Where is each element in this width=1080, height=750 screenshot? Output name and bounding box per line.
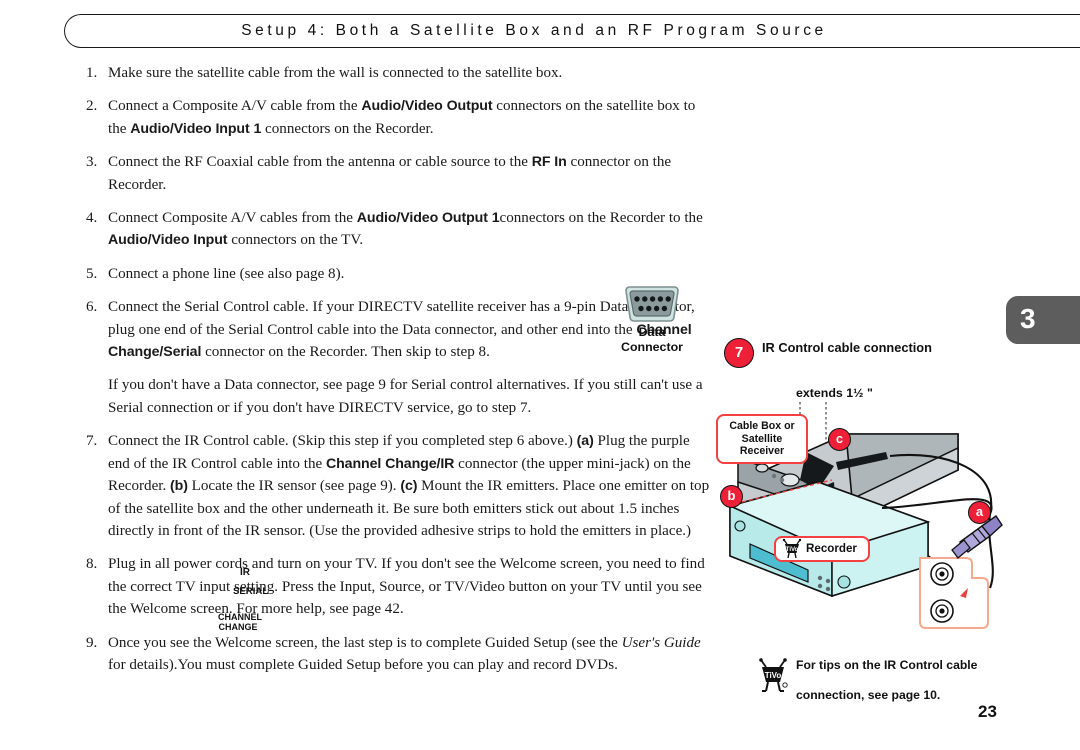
page-number: 23 (978, 702, 997, 722)
step-body: Connect a phone line (see also page 8). (108, 263, 711, 285)
step-body: Plug in all power cords and turn on your… (108, 553, 711, 620)
step-continuation: If you don't have a Data connector, see … (108, 374, 711, 419)
step-number: 3. (86, 151, 108, 196)
step-number: 7. (86, 430, 108, 542)
step-text-run: Once you see the Welcome screen, the las… (108, 635, 622, 651)
badge-a: a (968, 501, 991, 524)
callout-cable-box-line1: Cable Box or (720, 420, 804, 433)
ir-control-diagram: 7 IR Control cable connection extends 1½… (714, 330, 1044, 660)
instruction-step: 7.Connect the IR Control cable. (Skip th… (86, 430, 711, 542)
tip-text-line2: connection, see page 10. (796, 680, 977, 710)
step-text-run: RF In (532, 154, 567, 170)
data-connector-caption-line2: Connector (612, 340, 692, 355)
step-text-run: Connect a Composite A/V cable from the (108, 98, 361, 114)
callout-cable-box-line2: Satellite Receiver (720, 433, 804, 458)
jack-label-serial: SERIAL (233, 586, 268, 597)
instruction-step: 8.Plug in all power cords and turn on yo… (86, 553, 711, 620)
dsub-connector-icon (620, 286, 684, 322)
badge-c-label: c (829, 429, 850, 449)
step-text-run: connectors on the TV. (227, 232, 363, 248)
instruction-step: 1.Make sure the satellite cable from the… (86, 62, 711, 84)
step-number: 8. (86, 553, 108, 620)
instruction-steps-list: 1.Make sure the satellite cable from the… (86, 62, 711, 687)
data-connector-caption-line1: Data (612, 325, 692, 340)
step-text-run: Connect a phone line (see also page 8). (108, 266, 344, 282)
step-body: Connect the IR Control cable. (Skip this… (108, 430, 711, 542)
step-text-run: Locate the IR sensor (see page 9). (188, 478, 400, 494)
step-text-run: Audio/Video Output (361, 98, 492, 114)
step-body: Make sure the satellite cable from the w… (108, 62, 711, 84)
step-number: 5. (86, 263, 108, 285)
step-text-run: Plug in all power cords and turn on your… (108, 556, 705, 617)
step-text-run: Make sure the satellite cable from the w… (108, 65, 562, 81)
step-text-run: connectors on the Recorder to the (500, 210, 703, 226)
step-text-run: Audio/Video Input 1 (130, 121, 261, 137)
badge-b-label: b (721, 486, 742, 506)
step-text-run: If you don't have a Data connector, see … (108, 377, 703, 415)
step-number: 6. (86, 296, 108, 363)
jack-label-channel-change: CHANNEL CHANGE (218, 613, 258, 632)
badge-a-label: a (969, 502, 990, 522)
step-number: 1. (86, 62, 108, 84)
step-text-run: connectors on the Recorder. (261, 121, 433, 137)
tivo-mascot-icon: TiVo (758, 658, 788, 692)
instruction-step: 3.Connect the RF Coaxial cable from the … (86, 151, 711, 196)
step-number: 4. (86, 207, 108, 252)
step-text-run: Audio/Video Output 1 (357, 210, 500, 226)
data-connector-figure: Data Connector (612, 286, 692, 355)
instruction-step: 5.Connect a phone line (see also page 8)… (86, 263, 711, 285)
step-text-run: connector on the Recorder. Then skip to … (201, 344, 490, 360)
step-body: Once you see the Welcome screen, the las… (108, 632, 711, 677)
step-text-run: Connect Composite A/V cables from the (108, 210, 357, 226)
tip-text: For tips on the IR Control cable connect… (796, 650, 977, 710)
step-body: Connect the RF Coaxial cable from the an… (108, 151, 711, 196)
svg-text:TiVo: TiVo (786, 547, 799, 553)
tip-box: TiVo For tips on the IR Control cable co… (758, 650, 1048, 706)
step-text-run: Connect the IR Control cable. (Skip this… (108, 433, 577, 449)
instruction-step: 4.Connect Composite A/V cables from the … (86, 207, 711, 252)
step-text-run: Audio/Video Input (108, 232, 227, 248)
jack-label-channel-line2: CHANGE (218, 623, 258, 633)
step-number: 2. (86, 95, 108, 140)
step-text-run: User's Guide (622, 635, 701, 651)
data-connector-caption: Data Connector (612, 325, 692, 355)
step-text-run: for details).You must complete Guided Se… (108, 657, 618, 673)
recorder-jack-panel (920, 558, 988, 628)
step-text-run: (a) (577, 433, 594, 449)
step-text-run: (b) (170, 478, 188, 494)
instruction-step: 9.Once you see the Welcome screen, the l… (86, 632, 711, 677)
jack-label-ir: IR (240, 567, 250, 578)
tip-text-line1: For tips on the IR Control cable (796, 650, 977, 680)
step-text-run: Channel Change/IR (326, 456, 454, 472)
callout-recorder-label: Recorder (806, 543, 857, 556)
step-body: Connect Composite A/V cables from the Au… (108, 207, 711, 252)
page-title: Setup 4: Both a Satellite Box and an RF … (64, 14, 1004, 48)
step-body: Connect a Composite A/V cable from the A… (108, 95, 711, 140)
step-number: 9. (86, 632, 108, 677)
badge-b: b (720, 485, 743, 508)
svg-text:TiVo: TiVo (765, 671, 782, 680)
tivo-logo-icon: TiVo (782, 539, 802, 559)
manual-page: Setup 4: Both a Satellite Box and an RF … (0, 0, 1080, 750)
callout-cable-box: Cable Box or Satellite Receiver (716, 414, 808, 464)
step-text-run: Connect the RF Coaxial cable from the an… (108, 154, 532, 170)
diagram-artwork (714, 330, 1044, 660)
step-text-run: (c) (400, 478, 417, 494)
callout-recorder: TiVo Recorder (774, 536, 870, 562)
instruction-step: 2.Connect a Composite A/V cable from the… (86, 95, 711, 140)
step-text-run: Connect the Serial Control cable. If you… (108, 299, 695, 337)
badge-c: c (828, 428, 851, 451)
